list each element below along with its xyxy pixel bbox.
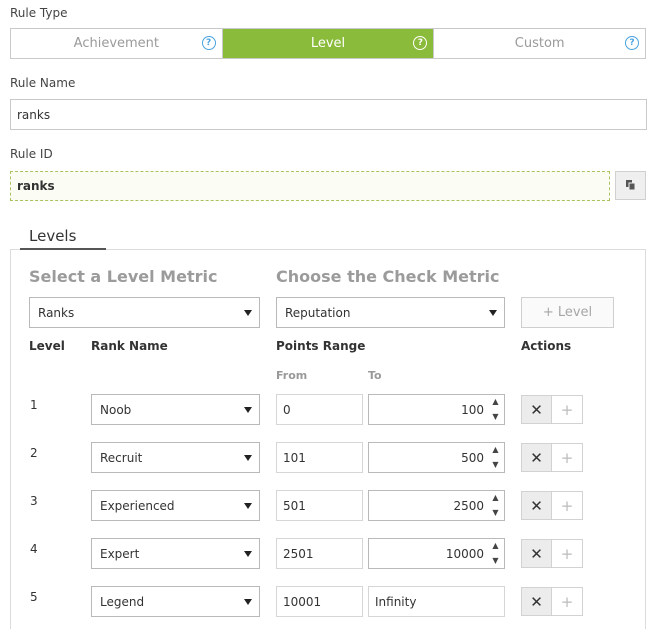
chevron-up-icon[interactable]: ▲ bbox=[492, 396, 498, 408]
level-number: 5 bbox=[30, 590, 38, 604]
number-spinner[interactable]: ▲ ▼ bbox=[488, 444, 503, 471]
caret-down-icon bbox=[244, 454, 252, 461]
chevron-down-icon[interactable]: ▼ bbox=[492, 507, 498, 519]
rule-name-input[interactable]: ranks bbox=[10, 99, 647, 130]
points-from-input[interactable]: 0 bbox=[276, 394, 363, 425]
number-spinner[interactable]: ▲ ▼ bbox=[488, 396, 503, 423]
remove-level-button[interactable]: ✕ bbox=[521, 443, 552, 472]
level-number: 3 bbox=[30, 494, 38, 508]
points-to-input[interactable]: 500 ▲ ▼ bbox=[368, 442, 505, 473]
points-to-value: 2500 bbox=[453, 498, 484, 513]
level-number: 2 bbox=[30, 446, 38, 460]
select-level-metric-heading: Select a Level Metric bbox=[29, 267, 218, 286]
points-to-value: 500 bbox=[461, 450, 484, 465]
rank-name-select[interactable]: Legend bbox=[91, 586, 260, 617]
chevron-down-icon[interactable]: ▼ bbox=[492, 411, 498, 423]
points-from-input[interactable]: 10001 bbox=[276, 586, 363, 617]
points-to-value: 10000 bbox=[445, 546, 484, 561]
points-from-input[interactable]: 501 bbox=[276, 490, 363, 521]
copy-icon bbox=[625, 180, 635, 191]
rule-id-label: Rule ID bbox=[10, 147, 53, 161]
rank-name-select[interactable]: Noob bbox=[91, 394, 260, 425]
rule-type-custom[interactable]: Custom ? bbox=[434, 29, 646, 58]
remove-level-button[interactable]: ✕ bbox=[521, 587, 552, 616]
caret-down-icon bbox=[244, 309, 252, 316]
number-spinner[interactable]: ▲ ▼ bbox=[488, 540, 503, 567]
rank-name-value: Recruit bbox=[100, 450, 143, 465]
check-metric-value: Reputation bbox=[285, 305, 351, 320]
level-metric-value: Ranks bbox=[38, 305, 75, 320]
caret-down-icon bbox=[244, 550, 252, 557]
points-from-input[interactable]: 2501 bbox=[276, 538, 363, 569]
column-to: To bbox=[368, 369, 382, 382]
rank-name-select[interactable]: Recruit bbox=[91, 442, 260, 473]
level-number: 1 bbox=[30, 398, 38, 412]
rank-name-value: Noob bbox=[100, 402, 132, 417]
points-to-input[interactable]: Infinity bbox=[368, 586, 505, 617]
level-metric-select[interactable]: Ranks bbox=[29, 297, 260, 328]
rank-name-select[interactable]: Expert bbox=[91, 538, 260, 569]
copy-button[interactable] bbox=[615, 171, 646, 200]
column-from: From bbox=[276, 369, 308, 382]
column-level: Level bbox=[29, 339, 65, 353]
add-level-row-button[interactable]: + bbox=[552, 491, 583, 520]
caret-down-icon bbox=[244, 502, 252, 509]
column-points-range: Points Range bbox=[276, 339, 366, 353]
rank-name-value: Experienced bbox=[100, 498, 175, 513]
add-level-row-button[interactable]: + bbox=[552, 443, 583, 472]
caret-down-icon bbox=[244, 406, 252, 413]
column-rank-name: Rank Name bbox=[91, 339, 168, 353]
rule-type-custom-label: Custom bbox=[514, 36, 565, 51]
rule-type-label: Rule Type bbox=[10, 6, 68, 20]
rule-type-selector: Achievement ? Level ? Custom ? bbox=[10, 28, 646, 59]
rule-id-field[interactable]: ranks bbox=[10, 171, 610, 201]
rule-type-level-label: Level bbox=[310, 36, 346, 51]
chevron-up-icon[interactable]: ▲ bbox=[492, 492, 498, 504]
add-level-row-button[interactable]: + bbox=[552, 395, 583, 424]
column-actions: Actions bbox=[521, 339, 572, 353]
help-icon[interactable]: ? bbox=[625, 36, 640, 50]
points-from-input[interactable]: 101 bbox=[276, 442, 363, 473]
caret-down-icon bbox=[489, 309, 497, 316]
level-number: 4 bbox=[30, 542, 38, 556]
chevron-up-icon[interactable]: ▲ bbox=[492, 540, 498, 552]
number-spinner[interactable]: ▲ ▼ bbox=[488, 492, 503, 519]
add-level-row-button[interactable]: + bbox=[552, 587, 583, 616]
chevron-down-icon[interactable]: ▼ bbox=[492, 459, 498, 471]
help-icon[interactable]: ? bbox=[201, 36, 216, 50]
add-level-button[interactable]: + Level bbox=[521, 297, 614, 328]
help-icon[interactable]: ? bbox=[413, 36, 428, 50]
rule-name-label: Rule Name bbox=[10, 76, 76, 90]
remove-level-button[interactable]: ✕ bbox=[521, 491, 552, 520]
points-to-input[interactable]: 2500 ▲ ▼ bbox=[368, 490, 505, 521]
points-to-input[interactable]: 100 ▲ ▼ bbox=[368, 394, 505, 425]
tab-levels[interactable]: Levels bbox=[20, 227, 106, 250]
choose-check-metric-heading: Choose the Check Metric bbox=[276, 267, 500, 286]
chevron-down-icon[interactable]: ▼ bbox=[492, 555, 498, 567]
rule-type-achievement-label: Achievement bbox=[73, 36, 160, 51]
rank-name-select[interactable]: Experienced bbox=[91, 490, 260, 521]
points-to-input[interactable]: 10000 ▲ ▼ bbox=[368, 538, 505, 569]
caret-down-icon bbox=[244, 598, 252, 605]
chevron-up-icon[interactable]: ▲ bbox=[492, 444, 498, 456]
check-metric-select[interactable]: Reputation bbox=[276, 297, 505, 328]
rank-name-value: Legend bbox=[100, 594, 145, 609]
remove-level-button[interactable]: ✕ bbox=[521, 395, 552, 424]
points-to-value: 100 bbox=[461, 402, 484, 417]
add-level-row-button[interactable]: + bbox=[552, 539, 583, 568]
rank-name-value: Expert bbox=[100, 546, 140, 561]
remove-level-button[interactable]: ✕ bbox=[521, 539, 552, 568]
rule-type-level[interactable]: Level ? bbox=[222, 29, 435, 58]
rule-type-achievement[interactable]: Achievement ? bbox=[11, 29, 223, 58]
